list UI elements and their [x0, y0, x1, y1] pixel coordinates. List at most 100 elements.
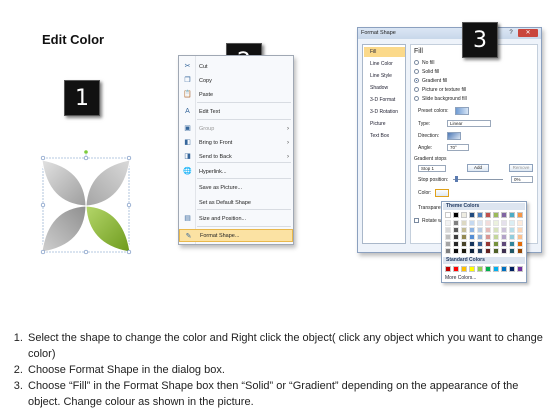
theme-shade-swatch[interactable] [461, 241, 467, 247]
type-select[interactable]: Linear [447, 120, 491, 127]
theme-shade-swatch[interactable] [477, 234, 483, 240]
standard-color-swatch[interactable] [517, 266, 523, 272]
theme-shade-swatch[interactable] [461, 248, 467, 254]
theme-shade-swatch[interactable] [517, 227, 523, 233]
stop-position-input[interactable]: 0% [511, 176, 533, 183]
nav-text-box[interactable]: Text Box [364, 131, 405, 141]
theme-shade-swatch[interactable] [469, 241, 475, 247]
menu-item-format-shape[interactable]: ✎ Format Shape... [179, 229, 293, 242]
theme-shade-swatch[interactable] [477, 227, 483, 233]
theme-shade-swatch[interactable] [445, 220, 451, 226]
rotate-with-shape-checkbox[interactable] [414, 218, 419, 223]
menu-item-copy[interactable]: ❐ Copy [179, 74, 293, 87]
theme-shade-swatch[interactable] [493, 241, 499, 247]
theme-shade-swatch[interactable] [501, 248, 507, 254]
theme-shade-swatch[interactable] [517, 241, 523, 247]
theme-shade-swatch[interactable] [461, 227, 467, 233]
standard-color-swatch[interactable] [469, 266, 475, 272]
theme-shade-swatch[interactable] [477, 220, 483, 226]
theme-shade-swatch[interactable] [501, 220, 507, 226]
theme-shade-swatch[interactable] [509, 227, 515, 233]
more-colors-link[interactable]: More Colors... [445, 275, 476, 281]
menu-item-group[interactable]: ▣ Group › [179, 122, 293, 135]
theme-shade-swatch[interactable] [501, 241, 507, 247]
selected-shape[interactable] [30, 148, 145, 268]
menu-item-size-and-position[interactable]: ▤ Size and Position... [179, 212, 293, 225]
theme-shade-swatch[interactable] [445, 241, 451, 247]
nav-shadow[interactable]: Shadow [364, 83, 405, 93]
radio-picture-fill[interactable] [414, 87, 419, 92]
theme-shade-swatch[interactable] [485, 227, 491, 233]
theme-shade-swatch[interactable] [501, 234, 507, 240]
theme-shade-swatch[interactable] [453, 234, 459, 240]
theme-color-swatch[interactable] [485, 212, 491, 218]
theme-shade-swatch[interactable] [509, 241, 515, 247]
menu-item-save-as-picture[interactable]: Save as Picture... [179, 181, 293, 194]
theme-shade-swatch[interactable] [461, 220, 467, 226]
standard-color-swatch[interactable] [493, 266, 499, 272]
theme-shade-swatch[interactable] [453, 241, 459, 247]
theme-shade-swatch[interactable] [453, 220, 459, 226]
theme-color-swatch[interactable] [493, 212, 499, 218]
theme-shade-swatch[interactable] [517, 234, 523, 240]
menu-item-cut[interactable]: ✂ Cut [179, 60, 293, 73]
menu-item-hyperlink[interactable]: 🌐 Hyperlink... [179, 165, 293, 178]
theme-shade-swatch[interactable] [493, 234, 499, 240]
theme-shade-swatch[interactable] [501, 227, 507, 233]
nav-line-color[interactable]: Line Color [364, 59, 405, 69]
theme-shade-swatch[interactable] [509, 220, 515, 226]
theme-shade-swatch[interactable] [493, 227, 499, 233]
theme-color-swatch[interactable] [477, 212, 483, 218]
nav-picture[interactable]: Picture [364, 119, 405, 129]
preset-colors-dropdown[interactable] [455, 107, 469, 115]
standard-color-swatch[interactable] [485, 266, 491, 272]
theme-shade-swatch[interactable] [445, 248, 451, 254]
radio-gradient-fill[interactable] [414, 78, 419, 83]
nav-3d-rotation[interactable]: 3-D Rotation [364, 107, 405, 117]
theme-shade-swatch[interactable] [485, 220, 491, 226]
standard-color-swatch[interactable] [477, 266, 483, 272]
theme-shade-swatch[interactable] [469, 227, 475, 233]
theme-shade-swatch[interactable] [509, 248, 515, 254]
theme-color-swatch[interactable] [517, 212, 523, 218]
theme-color-swatch[interactable] [501, 212, 507, 218]
theme-color-swatch[interactable] [453, 212, 459, 218]
theme-shade-swatch[interactable] [517, 248, 523, 254]
nav-fill[interactable]: Fill [364, 47, 405, 57]
nav-line-style[interactable]: Line Style [364, 71, 405, 81]
theme-shade-swatch[interactable] [445, 234, 451, 240]
theme-shade-swatch[interactable] [485, 241, 491, 247]
theme-shade-swatch[interactable] [517, 220, 523, 226]
standard-color-swatch[interactable] [445, 266, 451, 272]
standard-color-swatch[interactable] [501, 266, 507, 272]
nav-3d-format[interactable]: 3-D Format [364, 95, 405, 105]
radio-slide-bg-fill[interactable] [414, 96, 419, 101]
theme-color-swatch[interactable] [469, 212, 475, 218]
theme-shade-swatch[interactable] [493, 248, 499, 254]
theme-color-swatch[interactable] [461, 212, 467, 218]
help-button[interactable]: ? [506, 29, 516, 37]
menu-item-paste[interactable]: 📋 Paste [179, 88, 293, 101]
theme-color-swatch[interactable] [445, 212, 451, 218]
stop-select[interactable]: Stop 1 [418, 165, 446, 172]
theme-shade-swatch[interactable] [509, 234, 515, 240]
standard-color-swatch[interactable] [509, 266, 515, 272]
radio-no-fill[interactable] [414, 60, 419, 65]
theme-shade-swatch[interactable] [469, 220, 475, 226]
standard-color-swatch[interactable] [461, 266, 467, 272]
theme-shade-swatch[interactable] [477, 241, 483, 247]
add-stop-button[interactable]: Add [467, 164, 489, 172]
theme-shade-swatch[interactable] [477, 248, 483, 254]
theme-shade-swatch[interactable] [453, 227, 459, 233]
menu-item-set-as-default-shape[interactable]: Set as Default Shape [179, 196, 293, 209]
theme-shade-swatch[interactable] [453, 248, 459, 254]
color-dropdown-button[interactable] [435, 189, 449, 197]
theme-shade-swatch[interactable] [493, 220, 499, 226]
menu-item-send-to-back[interactable]: ◨ Send to Back › [179, 150, 293, 163]
standard-color-swatch[interactable] [453, 266, 459, 272]
direction-dropdown[interactable] [447, 132, 461, 140]
close-icon[interactable]: ✕ [518, 29, 538, 37]
remove-stop-button[interactable]: Remove [509, 164, 533, 172]
theme-color-swatch[interactable] [509, 212, 515, 218]
stop-position-slider[interactable] [455, 176, 458, 182]
